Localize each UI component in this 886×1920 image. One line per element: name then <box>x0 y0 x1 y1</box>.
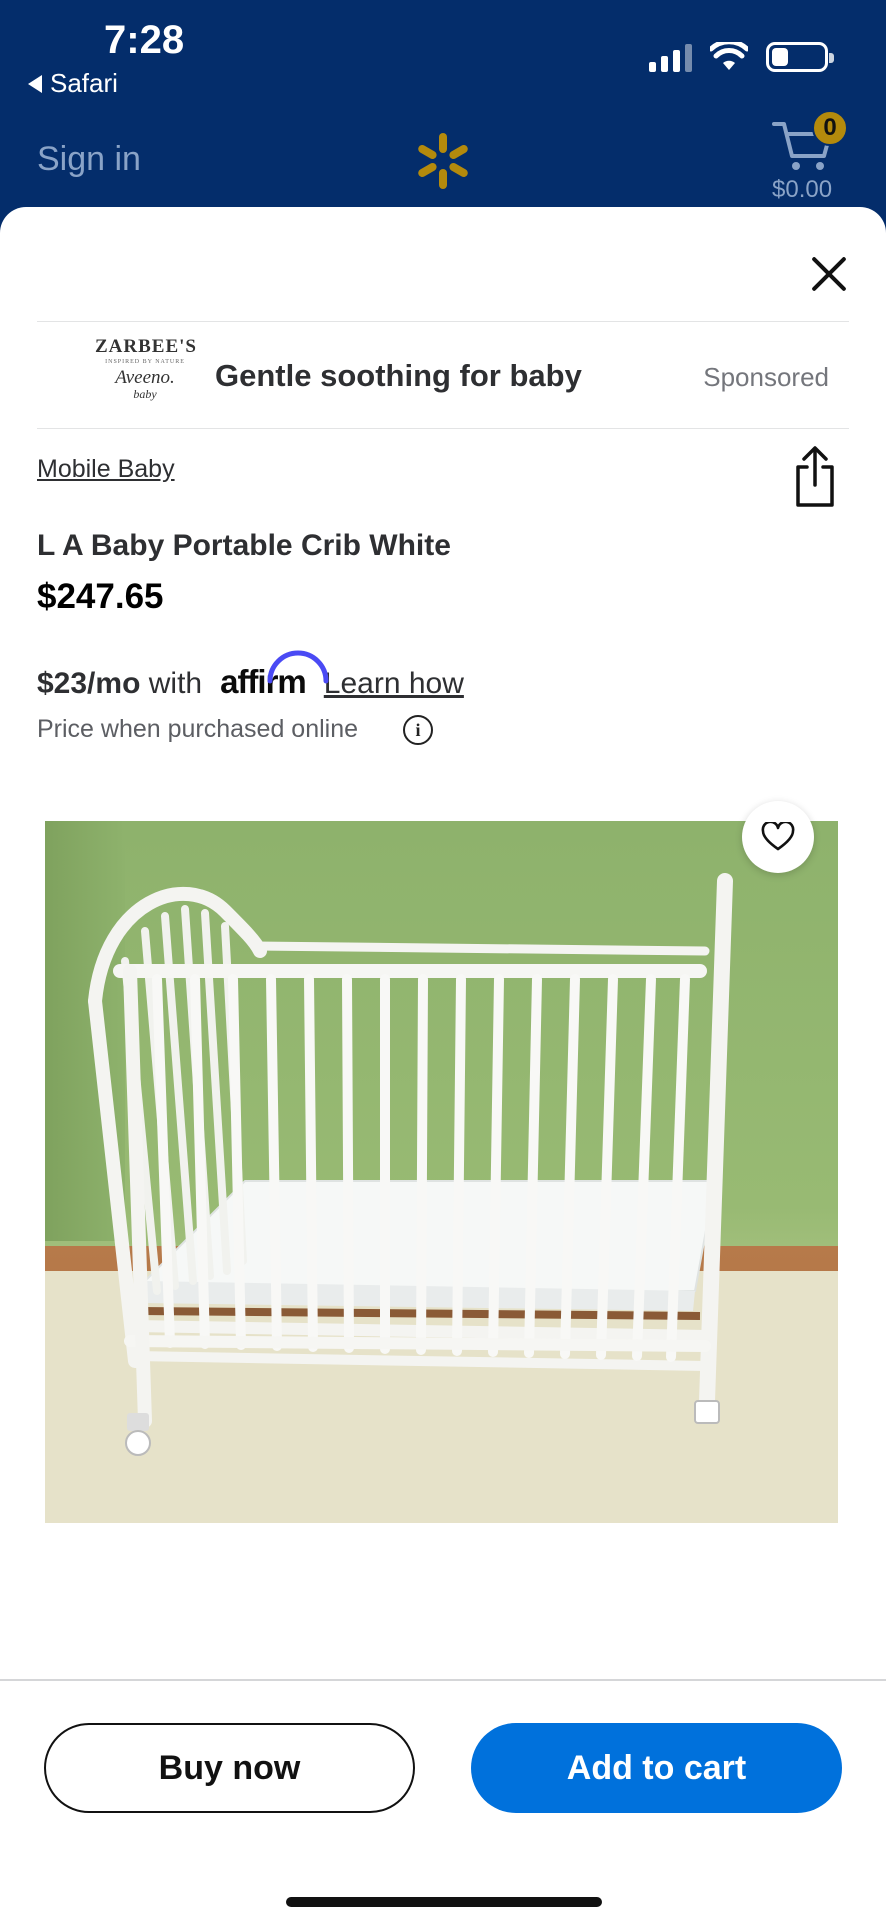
sponsored-ad-banner[interactable]: ZARBEE'S INSPIRED BY NATURE Aveeno. baby… <box>37 321 849 429</box>
sponsored-label: Sponsored <box>703 362 829 392</box>
status-time: 7:28 <box>104 18 185 62</box>
affirm-logo: affirm <box>220 650 329 701</box>
walmart-spark-icon[interactable] <box>413 131 473 191</box>
back-app-label: Safari <box>50 68 118 98</box>
ad-brand-logo: ZARBEE'S INSPIRED BY NATURE Aveeno. baby <box>95 336 197 401</box>
cart-total: $0.00 <box>772 176 833 203</box>
home-indicator[interactable] <box>286 1897 602 1907</box>
battery-icon <box>766 42 834 72</box>
back-triangle-icon <box>28 74 42 93</box>
add-to-favorites-button[interactable] <box>742 801 814 873</box>
close-icon[interactable] <box>804 249 854 299</box>
crib-illustration <box>88 873 733 1456</box>
affirm-arc-icon <box>267 650 329 684</box>
product-quick-view-sheet: ZARBEE'S INSPIRED BY NATURE Aveeno. baby… <box>0 207 886 1920</box>
system-icons <box>649 42 834 72</box>
product-brand-link[interactable]: Mobile Baby <box>37 455 175 484</box>
ad-headline: Gentle soothing for baby <box>215 358 582 393</box>
heart-icon <box>761 822 795 851</box>
product-price: $247.65 <box>37 577 164 616</box>
learn-how-link[interactable]: Learn how <box>324 667 464 701</box>
price-note: Price when purchased online <box>37 715 359 743</box>
info-icon[interactable]: i <box>403 715 433 745</box>
status-bar: 7:28 Safari <box>0 0 886 110</box>
back-to-safari-link[interactable]: Safari <box>28 68 118 99</box>
affirm-financing-row: $23/mo with affirm Learn how <box>37 650 464 701</box>
cart-count-badge: 0 <box>812 110 848 146</box>
signal-icon <box>649 42 692 72</box>
add-to-cart-button[interactable]: Add to cart <box>471 1723 842 1813</box>
buy-now-button[interactable]: Buy now <box>44 1723 415 1813</box>
action-bar: Buy now Add to cart <box>0 1679 886 1920</box>
product-image[interactable] <box>45 821 838 1523</box>
monthly-payment: $23/mo with <box>37 667 203 700</box>
share-icon[interactable] <box>792 445 838 509</box>
wifi-icon <box>710 42 748 70</box>
sign-in-link[interactable]: Sign in <box>37 140 141 179</box>
product-title: L A Baby Portable Crib White <box>37 529 451 562</box>
